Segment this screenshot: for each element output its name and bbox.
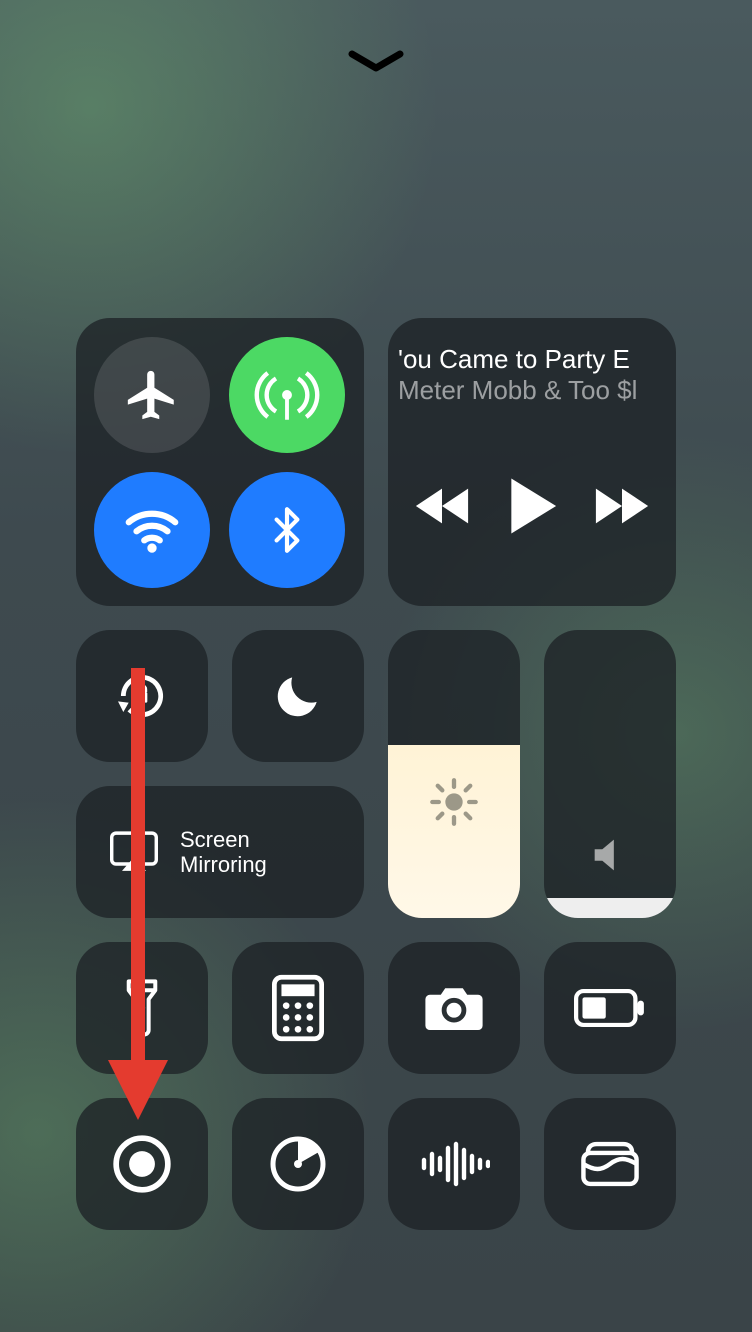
- calculator-icon: [272, 974, 324, 1042]
- orientation-lock-icon: [110, 664, 174, 728]
- screen-mirroring-icon: [110, 830, 158, 874]
- waveform-icon: [418, 1140, 490, 1188]
- screen-recording-button[interactable]: [76, 1098, 208, 1230]
- low-power-mode-button[interactable]: [544, 942, 676, 1074]
- connectivity-panel[interactable]: [76, 318, 364, 606]
- media-panel[interactable]: 'ou Came to Party E Meter Mobb & Too $l: [388, 318, 676, 606]
- media-track-title: 'ou Came to Party E: [398, 344, 666, 375]
- wifi-toggle[interactable]: [94, 472, 210, 588]
- antenna-icon: [254, 362, 320, 428]
- control-center: 'ou Came to Party E Meter Mobb & Too $l: [76, 318, 676, 1254]
- bluetooth-toggle[interactable]: [229, 472, 345, 588]
- wallet-button[interactable]: [544, 1098, 676, 1230]
- orientation-lock-toggle[interactable]: [76, 630, 208, 762]
- rewind-icon: [413, 482, 471, 530]
- fast-forward-icon: [593, 482, 651, 530]
- voice-memos-button[interactable]: [388, 1098, 520, 1230]
- timer-icon: [268, 1134, 328, 1194]
- screen-mirroring-label: Screen Mirroring: [180, 827, 267, 878]
- moon-icon: [270, 668, 326, 724]
- screen-mirroring-button[interactable]: Screen Mirroring: [76, 786, 364, 918]
- camera-icon: [421, 982, 487, 1034]
- brightness-slider[interactable]: [388, 630, 520, 918]
- wifi-icon: [121, 499, 183, 561]
- play-button[interactable]: [504, 475, 560, 537]
- chevron-down-icon: [346, 48, 406, 76]
- previous-track-button[interactable]: [413, 482, 471, 530]
- volume-slider[interactable]: [544, 630, 676, 918]
- volume-fill: [544, 898, 676, 918]
- cellular-data-toggle[interactable]: [229, 337, 345, 453]
- timer-button[interactable]: [232, 1098, 364, 1230]
- flashlight-icon: [122, 977, 162, 1039]
- collapse-handle[interactable]: [346, 48, 406, 76]
- speaker-icon: [587, 832, 633, 878]
- bluetooth-icon: [262, 505, 312, 555]
- wallet-icon: [579, 1138, 641, 1190]
- airplane-mode-toggle[interactable]: [94, 337, 210, 453]
- airplane-icon: [123, 366, 181, 424]
- brightness-fill: [388, 745, 520, 918]
- do-not-disturb-toggle[interactable]: [232, 630, 364, 762]
- screen-record-icon: [111, 1133, 173, 1195]
- battery-icon: [574, 988, 646, 1028]
- camera-button[interactable]: [388, 942, 520, 1074]
- play-icon: [504, 475, 560, 537]
- next-track-button[interactable]: [593, 482, 651, 530]
- media-track-artist: Meter Mobb & Too $l: [398, 375, 666, 406]
- sun-icon: [428, 776, 480, 828]
- calculator-button[interactable]: [232, 942, 364, 1074]
- flashlight-button[interactable]: [76, 942, 208, 1074]
